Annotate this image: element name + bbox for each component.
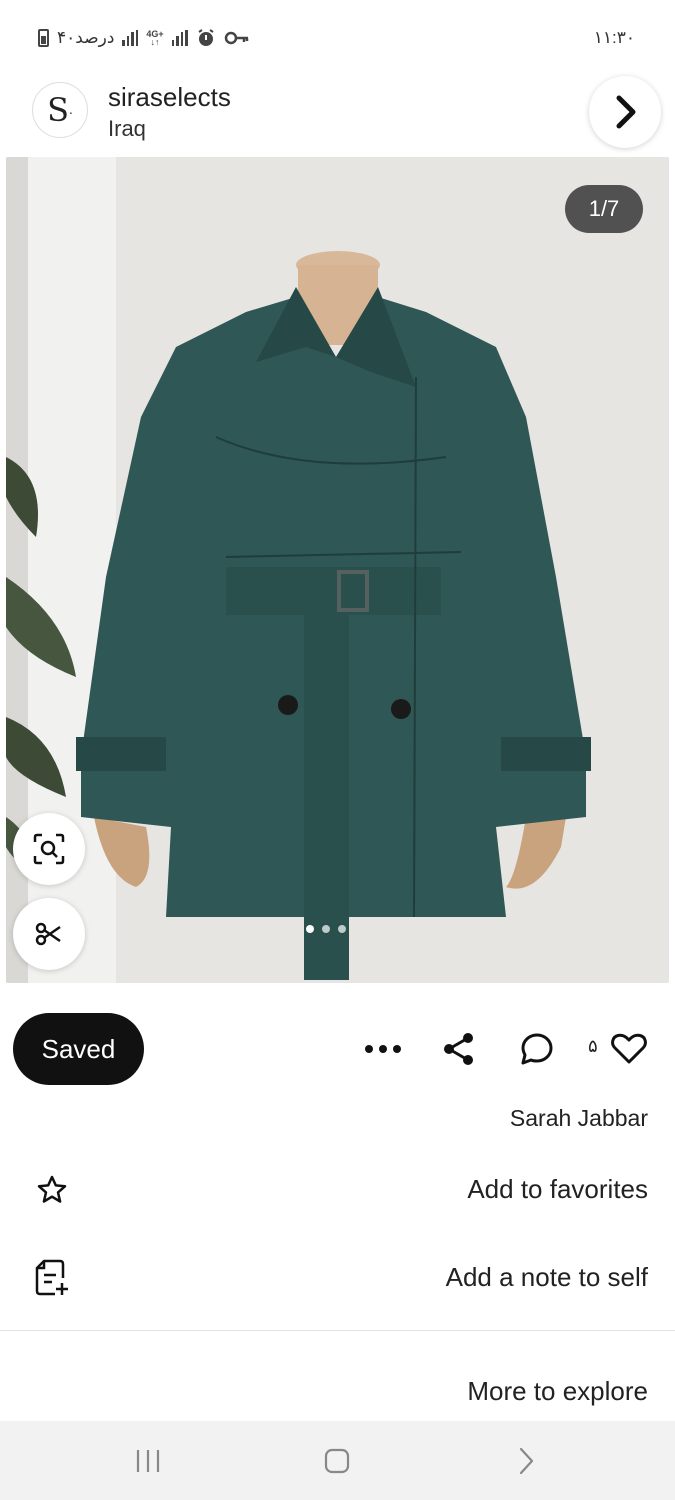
like-count: ۵ — [588, 1036, 598, 1056]
signal-icon-2 — [171, 30, 188, 46]
carousel-dot — [338, 925, 346, 933]
cutout-button[interactable] — [13, 898, 85, 970]
coat-illustration — [6, 157, 669, 983]
network-label: 4G+ — [146, 29, 164, 39]
more-icon — [365, 1045, 401, 1053]
battery-icon — [38, 29, 49, 47]
carousel-dot — [306, 925, 314, 933]
avatar-letter: S — [47, 91, 70, 129]
pin-header: S. siraselects Iraq — [0, 72, 675, 156]
divider — [0, 1330, 675, 1331]
visual-search-icon — [33, 833, 65, 865]
home-button[interactable] — [317, 1441, 357, 1481]
signal-icon — [122, 30, 139, 46]
menu-item-label: Add a note to self — [445, 1262, 648, 1292]
back-chevron-icon — [519, 1447, 534, 1475]
comment-button[interactable] — [516, 1028, 558, 1070]
heart-icon — [611, 1033, 647, 1064]
network-type: 4G+ ↓↑ — [146, 29, 164, 47]
menu-item-note[interactable]: Add a note to self — [0, 1238, 675, 1318]
menu-item-favorites[interactable]: Add to favorites — [0, 1150, 675, 1230]
pin-image[interactable]: 1/7 — [6, 157, 669, 983]
avatar[interactable]: S. — [32, 82, 88, 138]
chevron-right-icon — [616, 95, 636, 129]
recents-button[interactable] — [128, 1441, 168, 1481]
carousel-dots — [306, 925, 346, 933]
more-to-explore-heading: More to explore — [467, 1376, 648, 1406]
avatar-dot: . — [69, 103, 73, 117]
more-options-button[interactable] — [362, 1028, 404, 1070]
star-icon — [30, 1168, 74, 1212]
account-name[interactable]: siraselects — [108, 82, 231, 113]
scissors-icon — [35, 922, 61, 946]
comment-icon — [521, 1033, 553, 1065]
battery-text: ۴۰درصد — [57, 28, 115, 47]
status-left: ۴۰درصد 4G+ ↓↑ — [38, 28, 250, 48]
key-icon — [224, 31, 248, 45]
saved-button[interactable]: Saved — [13, 1013, 144, 1085]
share-button[interactable] — [438, 1028, 480, 1070]
status-bar: ۴۰درصد 4G+ ↓↑ ۱۱:۳۰ — [0, 0, 675, 72]
home-icon — [324, 1448, 350, 1474]
clock: ۱۱:۳۰ — [593, 28, 635, 47]
visual-search-button[interactable] — [13, 813, 85, 885]
note-add-icon — [30, 1256, 74, 1300]
carousel-dot — [322, 925, 330, 933]
system-nav-bar — [0, 1421, 675, 1500]
pinner-name[interactable]: Sarah Jabbar — [510, 1105, 648, 1132]
image-counter: 1/7 — [565, 185, 643, 233]
alarm-icon — [198, 29, 214, 46]
account-location: Iraq — [108, 116, 146, 141]
next-button[interactable] — [589, 76, 661, 148]
menu-item-label: Add to favorites — [467, 1174, 648, 1204]
back-button[interactable] — [506, 1441, 546, 1481]
like-button[interactable] — [608, 1028, 650, 1070]
share-icon — [444, 1033, 473, 1065]
recents-icon — [136, 1450, 160, 1472]
